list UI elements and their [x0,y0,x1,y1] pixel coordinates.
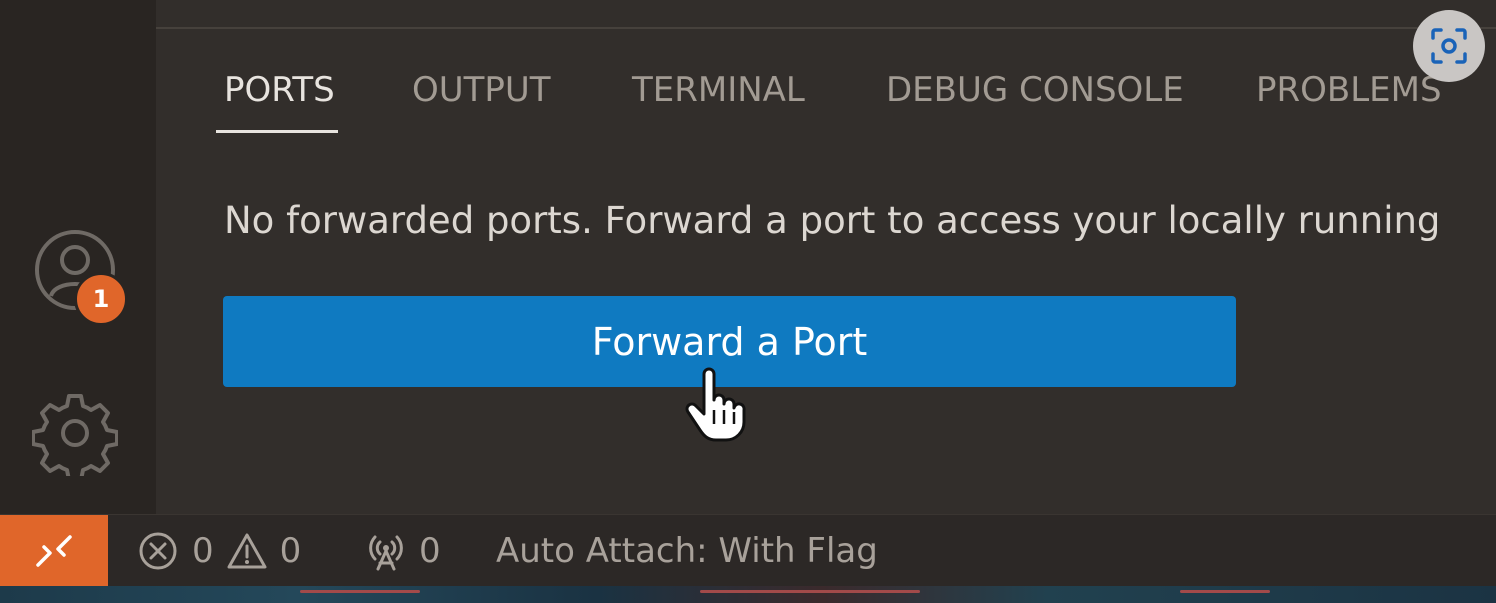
ports-status[interactable]: 0 [365,525,441,577]
remote-indicator-button[interactable] [0,515,108,587]
gear-icon[interactable] [32,390,118,476]
wallpaper-streak [1180,590,1270,593]
error-count: 0 [192,531,214,571]
problems-status[interactable]: 0 0 [138,525,301,577]
warning-icon [227,533,267,569]
tab-debug-console[interactable]: DEBUG CONSOLE [886,68,1184,112]
error-icon [139,532,177,570]
warning-count: 0 [279,531,302,571]
tab-problems[interactable]: PROBLEMS [1256,68,1442,112]
empty-ports-message: No forwarded ports. Forward a port to ac… [224,199,1441,242]
account-badge: 1 [74,272,128,326]
vscode-window: 1 PORTS OUTPUT TERMINAL DEBUG CONSOLE PR… [0,0,1496,603]
auto-attach-status[interactable]: Auto Attach: With Flag [496,525,878,577]
wallpaper-streak [300,590,420,593]
remote-icon [36,535,72,567]
ports-count: 0 [419,531,441,571]
wallpaper-streak [700,590,920,593]
status-bar: 0 0 0 Auto Attach: With Flag [0,514,1496,587]
panel-divider [156,27,1496,29]
activity-bar: 1 [0,0,156,514]
capture-icon [1431,28,1467,64]
screenshot-button[interactable] [1413,10,1485,82]
tab-ports[interactable]: PORTS [224,68,335,112]
desktop-wallpaper [0,586,1496,603]
tab-terminal[interactable]: TERMINAL [632,68,805,112]
tab-output[interactable]: OUTPUT [412,68,551,112]
broadcast-icon [369,535,403,571]
active-tab-indicator [216,130,338,133]
hand-cursor-icon [685,367,746,442]
